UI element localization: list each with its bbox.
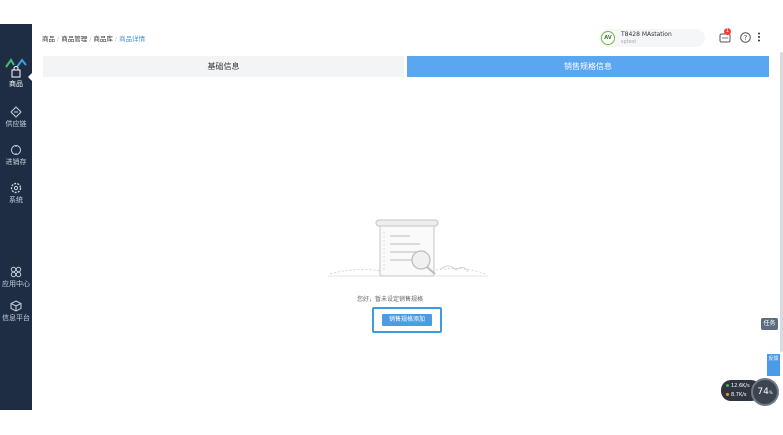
breadcrumb: 商品 / 商品管理 / 商品库 / 商品详情	[42, 33, 145, 43]
empty-document-illustration	[328, 219, 488, 277]
account-sub: sptest	[621, 39, 637, 45]
tab-sales-spec[interactable]: 销售规格信息	[407, 56, 769, 77]
sidebar-item-goods[interactable]: 商品	[0, 66, 32, 89]
sidebar-item-label: 进销存	[5, 158, 27, 166]
account-switcher[interactable]: AV T8428 MAstation sptest	[599, 29, 705, 47]
download-dot-icon	[726, 393, 729, 396]
apps-icon	[10, 266, 22, 278]
empty-state-message: 您好，暂未设定销售规格	[356, 296, 423, 303]
breadcrumb-separator: /	[89, 35, 92, 43]
cube-icon	[10, 300, 22, 312]
avatar: AV	[601, 31, 615, 45]
breadcrumb-item[interactable]: 商品	[42, 35, 55, 43]
sidebar-item-label: 应用中心	[2, 280, 30, 288]
sidebar-item-label: 信息平台	[2, 314, 30, 322]
upload-speed: 12.6K/s	[726, 383, 750, 389]
tab-basic-info[interactable]: 基础信息	[43, 56, 404, 77]
supply-chain-icon	[10, 106, 22, 118]
breadcrumb-item[interactable]: 商品库	[93, 35, 113, 43]
svg-text:?: ?	[744, 34, 748, 42]
sidebar-item-info-platform[interactable]: 信息平台	[0, 300, 32, 323]
sidebar-item-inventory[interactable]: 进销存	[0, 144, 32, 167]
sidebar-item-system[interactable]: 系统	[0, 182, 32, 205]
shopping-bag-icon	[11, 66, 21, 78]
breadcrumb-separator: /	[57, 35, 60, 43]
breadcrumb-item[interactable]: 商品管理	[61, 35, 87, 43]
task-tab[interactable]: 任务	[761, 318, 778, 330]
sidebar-item-label: 商品	[9, 80, 23, 88]
add-button-highlight: 销售规格添加	[372, 307, 442, 333]
network-speed-widget[interactable]: 12.6K/s 8.7K/s 74%	[721, 378, 783, 406]
account-name: T8428 MAstation	[621, 31, 672, 38]
upload-dot-icon	[726, 384, 729, 387]
sidebar-item-supply-chain[interactable]: 供应链	[0, 106, 32, 129]
gear-icon	[10, 182, 22, 194]
breadcrumb-separator: /	[114, 35, 118, 43]
inventory-icon	[11, 145, 21, 155]
sidebar-item-label: 系统	[9, 196, 23, 204]
sidebar-item-app-center[interactable]: 应用中心	[0, 266, 32, 289]
download-speed: 8.7K/s	[726, 392, 747, 398]
top-bar: 商品 / 商品管理 / 商品库 / 商品详情 AV T8428 MAstation spte…	[32, 24, 783, 52]
breadcrumb-current: 商品详情	[119, 35, 146, 43]
add-sales-spec-button[interactable]: 销售规格添加	[382, 314, 432, 326]
notification-badge: 1	[724, 28, 731, 35]
memory-gauge: 74%	[751, 378, 779, 406]
feedback-tab[interactable]: 反馈	[767, 354, 780, 376]
sidebar: 商品 供应链 进销存 系统 应用中心 信息平台	[0, 24, 32, 410]
detail-tabs: 基础信息 销售规格信息	[43, 56, 769, 77]
help-icon[interactable]: ?	[740, 32, 751, 43]
sidebar-item-label: 供应链	[5, 120, 27, 128]
more-vertical-icon[interactable]	[756, 31, 762, 43]
